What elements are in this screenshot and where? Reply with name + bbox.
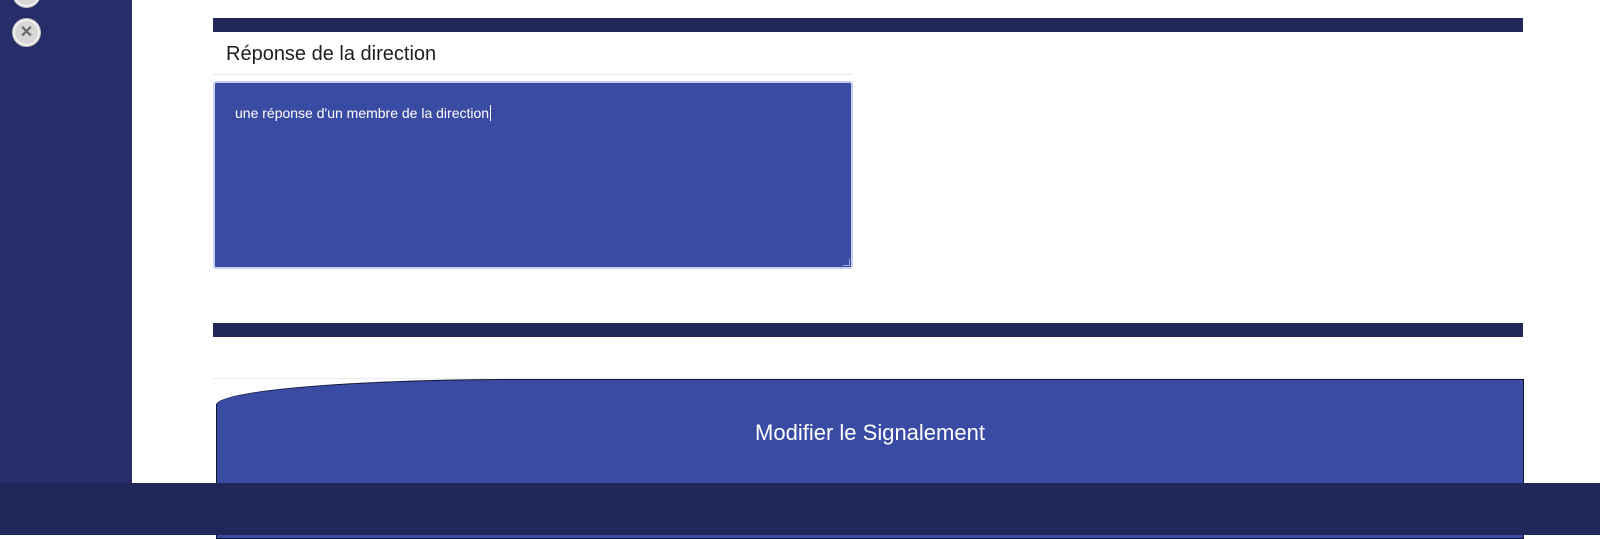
- resize-handle[interactable]: [843, 259, 850, 266]
- section-divider-top: [213, 18, 1523, 32]
- section-divider-middle: [213, 323, 1523, 337]
- footer-bar: [0, 483, 1600, 535]
- section-title: Réponse de la direction: [226, 43, 437, 65]
- text-caret: [490, 105, 492, 121]
- sidebar-round-button[interactable]: [12, 0, 41, 8]
- sidebar: ✕: [0, 0, 132, 483]
- close-icon[interactable]: ✕: [12, 18, 41, 47]
- response-textarea[interactable]: une réponse d'un membre de la direction: [213, 81, 853, 269]
- response-text: une réponse d'un membre de la direction: [235, 105, 490, 121]
- title-underline: [213, 74, 853, 75]
